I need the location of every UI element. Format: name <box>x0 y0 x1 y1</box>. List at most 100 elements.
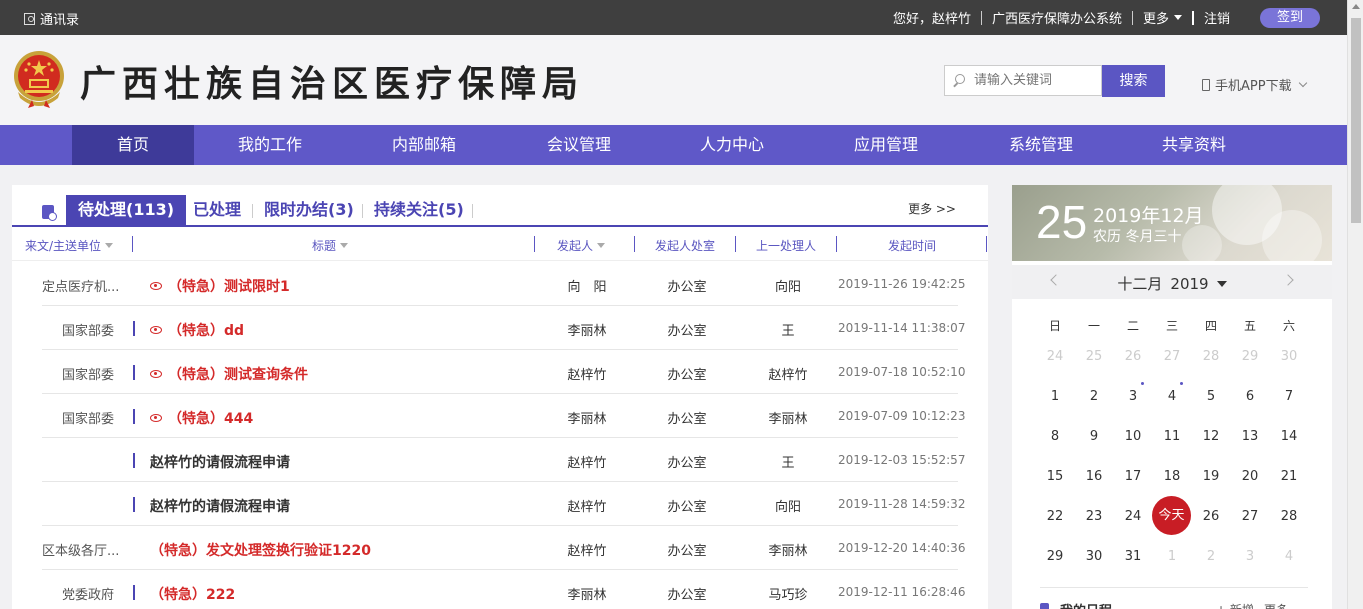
row-title-text: （特急）发文处理签换行验证1220 <box>150 543 371 559</box>
more-menu[interactable]: 更多 <box>1143 8 1182 27</box>
calendar-day[interactable]: 9 <box>1079 429 1109 444</box>
calendar-day[interactable]: 13 <box>1235 429 1265 444</box>
search-input[interactable] <box>974 73 1099 88</box>
system-name-link[interactable]: 广西医疗保障办公系统 <box>992 8 1122 27</box>
header-sender[interactable]: 发起人 <box>557 237 606 254</box>
calendar-day[interactable]: 25 <box>1079 349 1109 364</box>
table-row[interactable]: 国家部委 （特急）测试查询条件 赵梓竹 办公室 赵梓竹 2019-07-18 1… <box>42 350 965 394</box>
contacts-link[interactable]: 通讯录 <box>24 9 79 28</box>
nav-item-home[interactable]: 首页 <box>72 125 194 165</box>
table-row[interactable]: 党委政府 （特急）222 李丽林 办公室 马巧珍 2019-12-11 16:2… <box>42 570 965 609</box>
calendar-day[interactable]: 26 <box>1196 509 1226 524</box>
row-title[interactable]: （特急）测试查询条件 <box>150 364 308 384</box>
tab-follow[interactable]: 持续关注(5) <box>374 195 464 225</box>
calendar-day[interactable]: 11 <box>1157 429 1187 444</box>
app-download-dropdown[interactable]: 手机APP下载 <box>1202 75 1307 94</box>
table-row[interactable]: 定点医疗机... （特急）测试限时1 向 阳 办公室 向阳 2019-11-26… <box>42 262 965 306</box>
divider <box>534 236 535 252</box>
calendar-day[interactable]: 8 <box>1040 429 1070 444</box>
nav-item-apps[interactable]: 应用管理 <box>825 125 947 165</box>
month-selector[interactable]: 十二月 2019 <box>1012 273 1332 294</box>
row-title[interactable]: （特急）444 <box>150 408 253 428</box>
calendar-day[interactable]: 29 <box>1040 549 1070 564</box>
calendar-day[interactable]: 4 <box>1274 549 1304 564</box>
row-sender: 赵梓竹 <box>567 500 607 515</box>
search-icon <box>953 74 966 87</box>
calendar-day[interactable]: 29 <box>1235 349 1265 364</box>
row-sender: 赵梓竹 <box>567 544 607 559</box>
calendar-day[interactable]: 10 <box>1118 429 1148 444</box>
calendar-day[interactable]: 24 <box>1040 349 1070 364</box>
calendar-day[interactable]: 22 <box>1040 509 1070 524</box>
calendar-day[interactable]: 5 <box>1196 389 1226 404</box>
calendar-day[interactable]: 2 <box>1196 549 1226 564</box>
row-title[interactable]: 赵梓竹的请假流程申请 <box>150 452 290 472</box>
calendar-day[interactable]: 15 <box>1040 469 1070 484</box>
calendar-day[interactable]: 3 <box>1235 549 1265 564</box>
calendar-day[interactable]: 19 <box>1196 469 1226 484</box>
calendar-day[interactable]: 16 <box>1079 469 1109 484</box>
add-schedule-link[interactable]: + 新增 <box>1216 601 1254 609</box>
today-marker[interactable]: 今天 <box>1152 496 1191 535</box>
calendar-day[interactable]: 24 <box>1118 509 1148 524</box>
calendar-day[interactable]: 27 <box>1235 509 1265 524</box>
calendar-day[interactable]: 3 <box>1118 389 1148 404</box>
calendar-day[interactable]: 1 <box>1040 389 1070 404</box>
nav-item-meeting[interactable]: 会议管理 <box>518 125 640 165</box>
table-row[interactable]: 国家部委 （特急）dd 李丽林 办公室 王 2019-11-14 11:38:0… <box>42 306 965 350</box>
table-row[interactable]: 区本级各厅... （特急）发文处理签换行验证1220 赵梓竹 办公室 李丽林 2… <box>42 526 965 570</box>
row-dept: 办公室 <box>667 500 707 515</box>
nav-item-system[interactable]: 系统管理 <box>980 125 1102 165</box>
calendar-day[interactable]: 4 <box>1157 389 1187 404</box>
scroll-up-arrow-icon[interactable] <box>1352 4 1360 9</box>
calendar-day[interactable]: 18 <box>1157 469 1187 484</box>
row-divider <box>133 585 135 600</box>
nav-item-hr[interactable]: 人力中心 <box>671 125 793 165</box>
table-row[interactable]: 赵梓竹的请假流程申请 赵梓竹 办公室 向阳 2019-11-28 14:59:3… <box>42 482 965 526</box>
schedule-more-link[interactable]: 更多 <box>1264 601 1288 609</box>
row-title[interactable]: （特急）测试限时1 <box>150 276 290 296</box>
calendar-day[interactable]: 20 <box>1235 469 1265 484</box>
viewed-eye-icon <box>150 414 162 422</box>
search-button[interactable]: 搜索 <box>1102 65 1165 97</box>
calendar-day[interactable]: 26 <box>1118 349 1148 364</box>
row-title[interactable]: （特急）222 <box>150 584 235 604</box>
calendar-day[interactable]: 23 <box>1079 509 1109 524</box>
tab-done[interactable]: 已处理 <box>193 195 241 225</box>
nav-item-my-work[interactable]: 我的工作 <box>209 125 331 165</box>
signin-button[interactable]: 签到 <box>1260 7 1320 28</box>
calendar-day[interactable]: 27 <box>1157 349 1187 364</box>
calendar-day[interactable]: 30 <box>1274 349 1304 364</box>
tab-time-limited[interactable]: 限时办结(3) <box>264 195 354 225</box>
row-title[interactable]: （特急）dd <box>150 320 244 340</box>
calendar-day[interactable]: 6 <box>1235 389 1265 404</box>
row-unit: 区本级各厅... <box>42 544 120 559</box>
calendar-day[interactable]: 14 <box>1274 429 1304 444</box>
nav-item-internal-mail[interactable]: 内部邮箱 <box>363 125 485 165</box>
table-row[interactable]: 国家部委 （特急）444 李丽林 办公室 李丽林 2019-07-09 10:1… <box>42 394 965 438</box>
divider <box>132 236 133 252</box>
calendar-day[interactable]: 30 <box>1079 549 1109 564</box>
calendar-day[interactable]: 2 <box>1079 389 1109 404</box>
nav-item-shared[interactable]: 共享资料 <box>1133 125 1255 165</box>
header-unit[interactable]: 来文/主送单位 <box>25 237 114 254</box>
row-title[interactable]: （特急）发文处理签换行验证1220 <box>150 540 371 560</box>
row-time: 2019-12-11 16:28:46 <box>838 585 966 599</box>
row-title[interactable]: 赵梓竹的请假流程申请 <box>150 496 290 516</box>
calendar-day[interactable]: 1 <box>1157 549 1187 564</box>
calendar-day[interactable]: 21 <box>1274 469 1304 484</box>
page-scrollbar[interactable] <box>1347 0 1363 609</box>
calendar-day[interactable]: 17 <box>1118 469 1148 484</box>
sort-down-icon <box>340 243 349 248</box>
logout-link[interactable]: 注销 <box>1204 8 1230 27</box>
calendar-day[interactable]: 12 <box>1196 429 1226 444</box>
calendar-day[interactable]: 7 <box>1274 389 1304 404</box>
calendar-day[interactable]: 31 <box>1118 549 1148 564</box>
tab-pending[interactable]: 待处理(113) <box>66 195 187 225</box>
more-link[interactable]: 更多 >> <box>908 200 956 217</box>
calendar-day[interactable]: 28 <box>1274 509 1304 524</box>
table-row[interactable]: 赵梓竹的请假流程申请 赵梓竹 办公室 王 2019-12-03 15:52:57 <box>42 438 965 482</box>
scrollbar-thumb[interactable] <box>1351 18 1361 223</box>
calendar-day[interactable]: 28 <box>1196 349 1226 364</box>
header-title[interactable]: 标题 <box>312 237 349 254</box>
